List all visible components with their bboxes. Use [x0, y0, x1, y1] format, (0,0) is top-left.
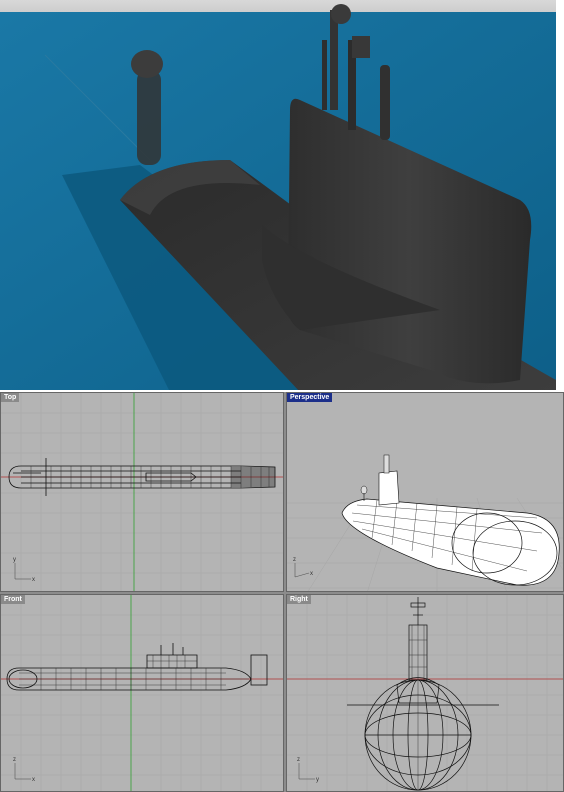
perspective-viewport[interactable]: Perspective x z — [286, 392, 564, 592]
top-viewport-canvas[interactable]: x y — [1, 393, 284, 592]
front-viewport-canvas[interactable]: x z — [1, 595, 284, 792]
viewport-layout: Top x y Perspective x z Front x z Right … — [0, 392, 564, 792]
top-viewport-label[interactable]: Top — [1, 393, 20, 402]
axis-gizmo: x z — [13, 757, 35, 783]
front-viewport-label[interactable]: Front — [1, 595, 25, 604]
axis-gizmo: x y — [13, 557, 35, 583]
right-viewport[interactable]: Right y z — [286, 594, 564, 792]
right-viewport-label[interactable]: Right — [287, 595, 311, 604]
axis-label-z: z — [293, 557, 296, 563]
front-viewport[interactable]: Front x z — [0, 594, 284, 792]
axis-gizmo: x z — [293, 557, 313, 578]
axis-label-y: y — [13, 557, 16, 563]
rendered-submarine-view — [0, 0, 564, 390]
axis-label-z: z — [13, 757, 16, 763]
axis-label-x: x — [310, 571, 313, 577]
axis-label-z: z — [297, 757, 300, 763]
perspective-viewport-label[interactable]: Perspective — [287, 393, 333, 402]
axis-label-x: x — [32, 577, 35, 583]
right-viewport-canvas[interactable]: y z — [287, 595, 564, 792]
axis-gizmo: y z — [297, 757, 319, 783]
axis-label-y: y — [316, 777, 319, 783]
submarine-render-image — [0, 0, 564, 390]
top-viewport[interactable]: Top x y — [0, 392, 284, 592]
perspective-viewport-canvas[interactable]: x z — [287, 393, 564, 592]
axis-label-x: x — [32, 777, 35, 783]
